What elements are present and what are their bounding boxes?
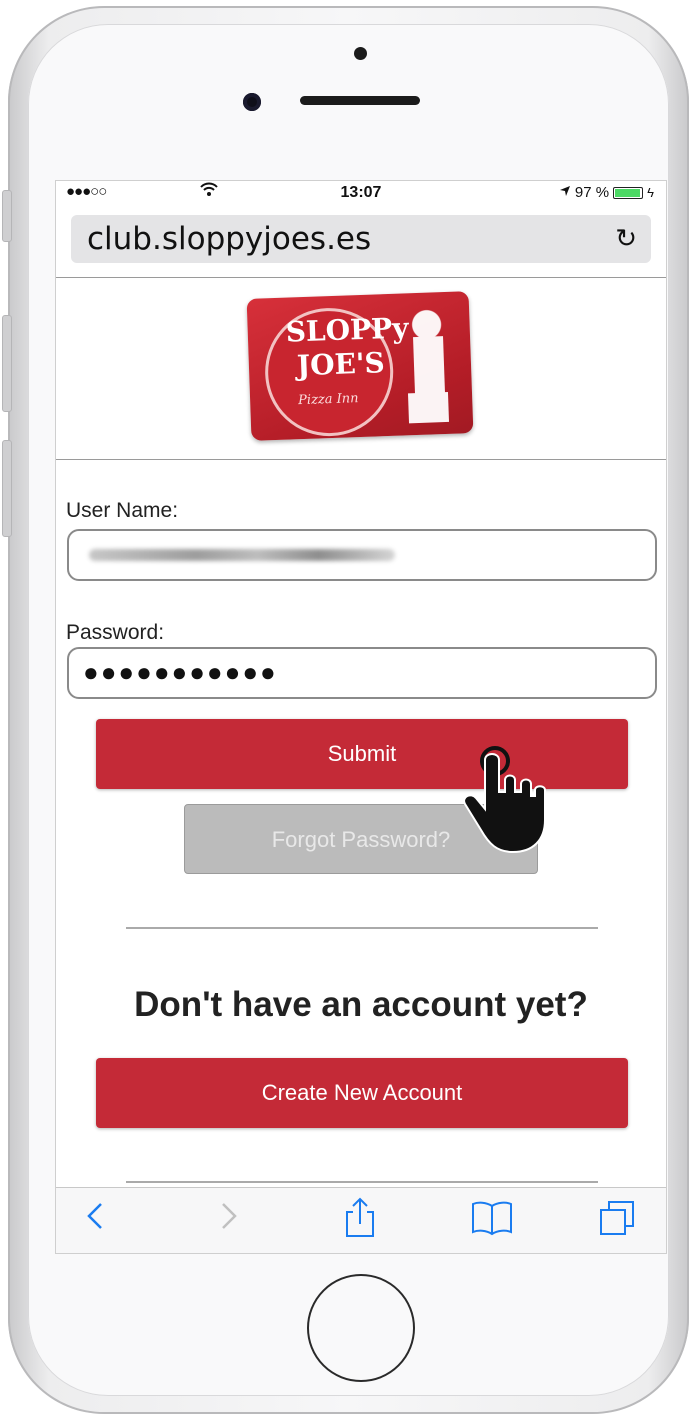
logo-divider [56, 459, 666, 460]
signup-headline: Don't have an account yet? [134, 985, 588, 1024]
phone-screen: ●●●○○ 13:07 97 % ϟ club.sloppyjoes.es ↻ … [55, 180, 667, 1254]
url-text: club.sloppyjoes.es [87, 221, 372, 257]
front-camera [243, 93, 261, 111]
status-bar: ●●●○○ 13:07 97 % ϟ [56, 181, 666, 205]
reload-icon[interactable]: ↻ [615, 223, 637, 254]
bookmarks-icon[interactable] [470, 1196, 514, 1245]
battery-icon [613, 186, 644, 199]
address-bar-divider [56, 277, 666, 278]
location-icon [559, 184, 571, 201]
back-icon[interactable] [84, 1196, 106, 1241]
password-value: ●●●●●●●●●●● [83, 657, 278, 687]
earpiece-speaker [300, 96, 420, 105]
mute-switch [2, 190, 12, 242]
proximity-sensor [354, 47, 367, 60]
username-value-redacted [89, 549, 395, 561]
hand-pointer-icon [455, 742, 555, 857]
tabs-icon[interactable] [597, 1196, 639, 1245]
section-divider [126, 927, 598, 929]
logo-line2: JOE'S [296, 346, 386, 383]
sloppy-joes-logo: SLOPPy JOE'S Pizza Inn [246, 291, 474, 441]
bottom-divider [126, 1181, 598, 1183]
password-label: Password: [66, 621, 165, 644]
username-input[interactable] [67, 529, 657, 581]
logo-line3: Pizza Inn [297, 391, 359, 409]
create-account-button[interactable]: Create New Account [96, 1058, 628, 1128]
charging-icon: ϟ [647, 185, 654, 200]
chef-mascot-icon [396, 305, 460, 428]
forward-icon[interactable] [218, 1196, 240, 1241]
address-bar[interactable]: club.sloppyjoes.es ↻ [71, 215, 651, 263]
volume-down-button [2, 440, 12, 537]
battery-percent: 97 % [574, 184, 610, 201]
username-label: User Name: [66, 499, 179, 522]
status-right: 97 % ϟ [559, 184, 654, 201]
volume-up-button [2, 315, 12, 412]
home-button[interactable] [307, 1274, 415, 1382]
share-icon[interactable] [343, 1196, 377, 1245]
browser-toolbar [56, 1187, 666, 1253]
logo-line1: SLOPPy [285, 311, 409, 349]
password-input[interactable]: ●●●●●●●●●●● [67, 647, 657, 699]
